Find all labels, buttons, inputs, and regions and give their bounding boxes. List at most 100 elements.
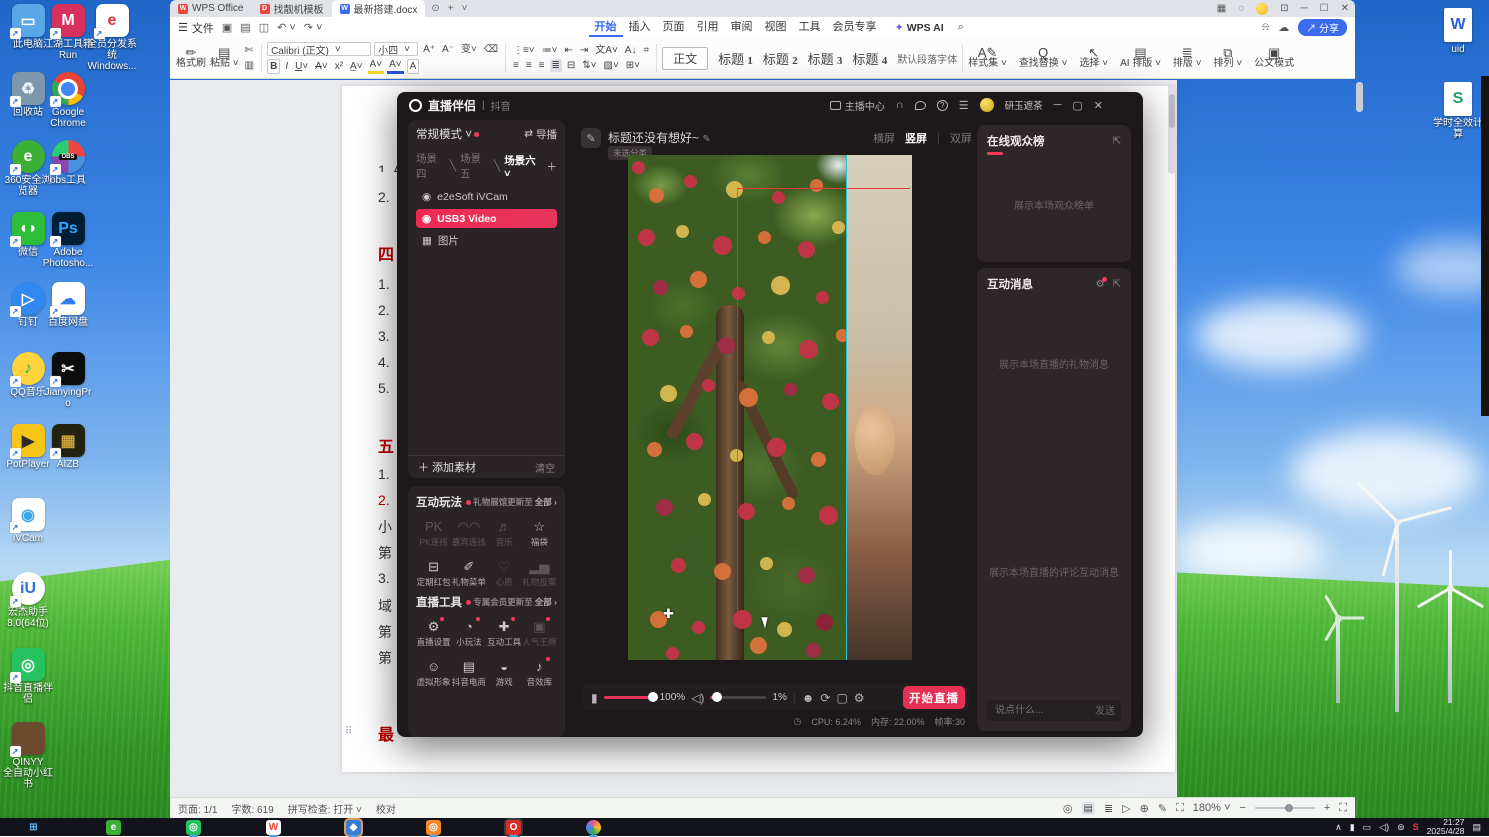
apps-grid-icon[interactable]: ▦	[1217, 3, 1226, 14]
anchor-center-button[interactable]: 主播中心	[830, 98, 885, 113]
char-scale-icon[interactable]: ⌗	[641, 44, 651, 57]
tool-游戏[interactable]: ◒游戏	[487, 654, 522, 694]
style-标题 4[interactable]: 标题 4	[852, 49, 887, 68]
taskbar-wps[interactable]: W	[266, 820, 281, 835]
desktop-icon-aizb[interactable]: ▦↗AIZB	[42, 424, 94, 470]
zoom-slider[interactable]	[1255, 807, 1315, 809]
wps-ai-menu[interactable]: ✦ WPS AI	[895, 21, 944, 34]
shading-button[interactable]: ▨˅	[602, 59, 621, 72]
message-settings-gear-icon[interactable]: ⚙	[1096, 279, 1105, 290]
mode-select[interactable]: 常规模式 ˅	[416, 126, 472, 142]
text-effect-icon[interactable]: A̲˅	[348, 60, 365, 73]
zoom-out-button[interactable]: −	[1239, 802, 1245, 814]
tray-expand-icon[interactable]: ∧	[1335, 822, 1342, 833]
search-icon[interactable]: ⌕	[958, 21, 964, 34]
workspace-icon[interactable]: ⊡	[1280, 3, 1288, 14]
tool-公文模式[interactable]: ▣公文模式	[1254, 47, 1294, 69]
taskbar-red-o-app[interactable]: O	[506, 820, 521, 835]
tray-360-icon[interactable]: S	[1413, 822, 1419, 832]
tool-小玩法[interactable]: ◔小玩法	[451, 614, 486, 654]
scene-tab-5[interactable]: 场景五	[460, 151, 490, 181]
cloud-sync-icon[interactable]: ☁	[1278, 21, 1289, 34]
chat-bubble-icon[interactable]	[915, 101, 926, 110]
popout-icon[interactable]: ⇱	[1113, 279, 1121, 290]
increase-font-icon[interactable]: A⁺	[421, 43, 437, 56]
zoom-level[interactable]: 180% ˅	[1193, 802, 1231, 814]
taskbar-clock[interactable]: 21:272025/4/28	[1427, 818, 1465, 836]
comment-icon[interactable]: ⊙	[431, 3, 439, 14]
user-avatar[interactable]	[980, 98, 994, 112]
desktop-icon-jianying-pro[interactable]: ✂↗JianyingPro	[42, 352, 94, 409]
send-button[interactable]: 发送	[1095, 702, 1115, 717]
tool-嘉宾连线[interactable]: ◠◠嘉宾连线	[451, 514, 486, 554]
orientation-landscape[interactable]: 横屏	[873, 130, 895, 146]
style-标题 1[interactable]: 标题 1	[718, 49, 753, 68]
align-left-button[interactable]: ≡	[511, 59, 521, 72]
speaker-volume-slider[interactable]	[710, 696, 766, 699]
notification-center-icon[interactable]: ▤	[1472, 822, 1481, 833]
tool-礼物菜单[interactable]: ✐礼物菜单	[451, 554, 486, 594]
tool-虚拟形象[interactable]: ☺虚拟形象	[416, 654, 451, 694]
tool-排版[interactable]: ≣排版 ˅	[1173, 47, 1202, 69]
tool-查找替换[interactable]: Q查找替换 ˅	[1019, 47, 1068, 69]
desktop-icon-fenfa-system[interactable]: e↗全员分发系统 Windows...	[86, 4, 138, 72]
strikethrough-button[interactable]: A˅	[313, 60, 330, 73]
tool-PK连线[interactable]: PKPK连线	[416, 514, 451, 554]
tray-display-icon[interactable]: ▭	[1363, 822, 1372, 833]
wps-tab[interactable]: W最新搭建.docx	[332, 0, 426, 17]
edit-mode-icon[interactable]: ✎	[1158, 802, 1167, 815]
underline-button[interactable]: U˅	[293, 60, 310, 73]
popout-icon[interactable]: ⇱	[1113, 136, 1121, 147]
edit-title-chip[interactable]: ✎	[581, 128, 601, 148]
font-size-select[interactable]: 小四˅	[374, 42, 418, 56]
speaker-icon[interactable]: ◁)	[691, 691, 704, 705]
add-material-button[interactable]: ＋ 添加素材	[418, 459, 476, 475]
taskbar-360-browser[interactable]: e	[106, 820, 121, 835]
menu-页面[interactable]: 页面	[657, 18, 691, 37]
save-icon[interactable]: ▣	[222, 21, 232, 34]
desktop-icon-google-chrome[interactable]: ↗Google Chrome	[42, 72, 94, 129]
page-view-icon[interactable]: ▤	[1082, 802, 1095, 815]
clear-button[interactable]: 清空	[535, 460, 555, 475]
microphone-icon[interactable]: ▮	[591, 691, 598, 705]
app-close-button[interactable]: ✕	[1094, 99, 1103, 112]
wps-tab[interactable]: WWPS Office	[170, 0, 252, 17]
tool-排列[interactable]: ⧉排列 ˅	[1214, 47, 1243, 69]
menu-会员专享[interactable]: 会员专享	[827, 18, 883, 37]
font-color-button[interactable]: A˅	[387, 58, 404, 74]
taskbar-colorful-app[interactable]	[586, 820, 601, 835]
headset-icon[interactable]: ∩	[896, 99, 904, 111]
scene-tab-4[interactable]: 场景四	[416, 151, 446, 181]
style-标题 3[interactable]: 标题 3	[808, 49, 843, 68]
bullet-list-button[interactable]: ⋮≡˅	[511, 44, 537, 57]
camera-preview[interactable]	[628, 155, 912, 660]
start-button[interactable]: ⊞	[26, 820, 41, 835]
tool-选择[interactable]: ↖选择 ˅	[1079, 47, 1108, 69]
start-streaming-button[interactable]: 开始直播	[903, 686, 965, 709]
see-all-link[interactable]: 全部 ›	[535, 596, 557, 608]
style-正文[interactable]: 正文	[662, 47, 708, 70]
file-menu[interactable]: ☰ 文件	[178, 20, 214, 36]
tool-抖音电商[interactable]: ▤抖音电商	[451, 654, 486, 694]
export-icon[interactable]: ▤	[240, 21, 250, 34]
read-mode-icon[interactable]: ▷	[1122, 802, 1130, 815]
menu-开始[interactable]: 开始	[589, 18, 623, 37]
format-painter-button[interactable]: ✏ 格式刷	[176, 47, 206, 69]
eye-protect-icon[interactable]: ◎	[1063, 802, 1073, 815]
highlight-color-button[interactable]: A˅	[368, 58, 385, 74]
undo-icon[interactable]: ↶ ˅	[277, 21, 296, 34]
menu-工具[interactable]: 工具	[793, 18, 827, 37]
help-icon[interactable]: ?	[937, 100, 948, 111]
desktop-icon-qinyy-xiaohongshu[interactable]: ↗QINYY 全自动小红书	[2, 722, 54, 790]
share-button[interactable]: ↗ 分享	[1298, 19, 1347, 36]
app-minimize-button[interactable]: ─	[1054, 99, 1062, 111]
ring-icon[interactable]: ◌	[1238, 3, 1244, 14]
decrease-font-icon[interactable]: A⁻	[440, 43, 456, 56]
beauty-icon[interactable]: ☻	[802, 691, 815, 705]
style-默认段落字体[interactable]: 默认段落字体	[897, 51, 957, 66]
indent-button[interactable]: ⇥	[578, 44, 590, 57]
menu-审阅[interactable]: 审阅	[725, 18, 759, 37]
tray-settings-icon[interactable]: ⊜	[1397, 822, 1405, 833]
stream-title[interactable]: 标题还没有想好~ ✎	[608, 129, 711, 146]
taskbar-live-companion[interactable]: ◎	[186, 820, 201, 835]
